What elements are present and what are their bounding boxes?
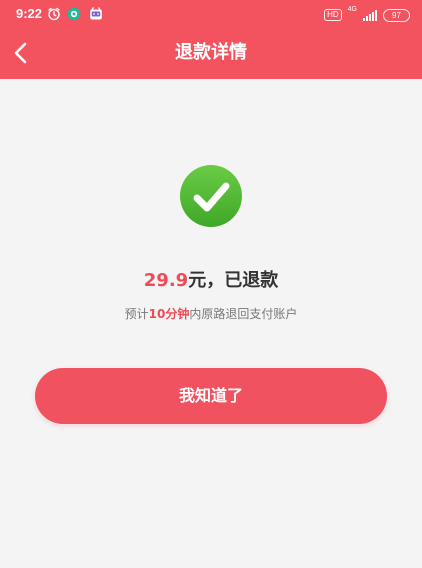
- note-prefix: 预计: [124, 307, 149, 321]
- app-icon: [90, 7, 102, 20]
- refund-status-text: 元，已退款: [188, 270, 279, 291]
- battery-icon: 97: [383, 8, 410, 22]
- refund-note: 预计10分钟内原路退回支付账户: [0, 305, 422, 323]
- hd-badge: HD: [324, 9, 342, 21]
- page-title: 退款详情: [175, 42, 247, 63]
- refund-amount-line: 29.9元，已退款: [0, 268, 422, 294]
- refund-amount: 29.9: [143, 270, 189, 291]
- status-bar: 9:22 HD 4G 97: [0, 0, 422, 30]
- network-label: 4G: [347, 6, 357, 13]
- chat-bubble-icon: [67, 7, 81, 21]
- confirm-button[interactable]: 我知道了: [35, 368, 387, 424]
- status-time: 9:22: [16, 6, 43, 21]
- check-circle-icon: [180, 165, 242, 227]
- note-time: 10分钟: [148, 307, 190, 321]
- signal-icon: [363, 9, 377, 21]
- status-right-icons: HD 4G 97: [324, 6, 410, 24]
- note-suffix: 内原路退回支付账户: [189, 307, 298, 321]
- top-bar: 9:22 HD 4G 97 退款详情: [0, 0, 422, 79]
- alarm-clock-icon: [48, 7, 60, 21]
